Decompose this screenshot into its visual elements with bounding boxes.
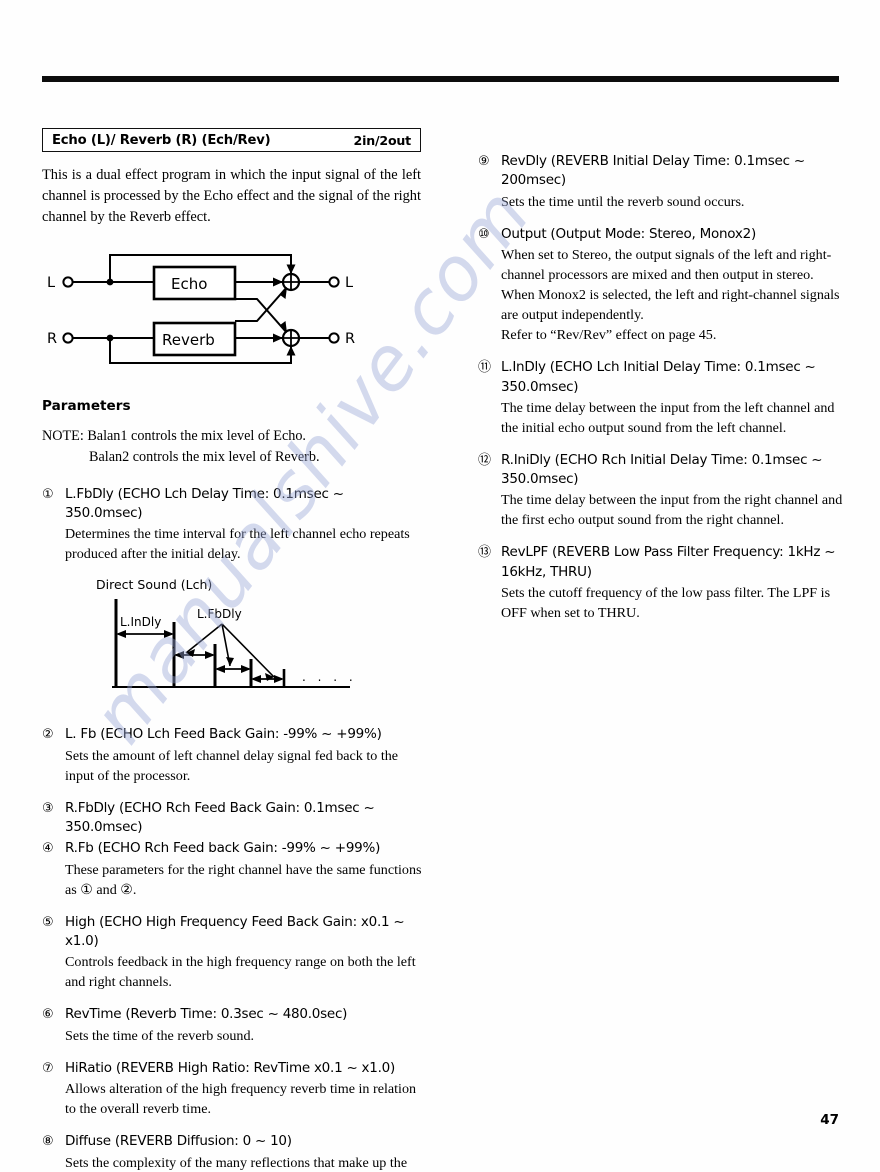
- parameter-description: When set to Stereo, the output signals o…: [501, 247, 840, 324]
- parameter-title-text: R.Fb (ECHO Rch Feed back Gain: -99% ~ +9…: [65, 840, 381, 857]
- parameter-cross-reference: Refer to “Rev/Rev” effect on page 45.: [501, 327, 717, 344]
- parameter-number: ⑥: [42, 1007, 54, 1023]
- parameter-title-text: Output (Output Mode: Stereo, Monox2): [501, 225, 756, 242]
- header-rule: [42, 76, 839, 82]
- parameter-number: ⑪: [478, 360, 491, 376]
- parameter-title: ③ R.FbDly (ECHO Rch Feed Back Gain: 0.1ms…: [42, 799, 422, 838]
- parameter-title-text: L.InDly (ECHO Lch Initial Delay Time: 0.…: [501, 359, 816, 395]
- parameter-title-text: R.FbDly (ECHO Rch Feed Back Gain: 0.1mse…: [65, 799, 375, 836]
- parameter-title: ⑧ Diffuse (REVERB Diffusion: 0 ~ 10): [42, 1132, 422, 1151]
- timing-ellipsis: . . . .: [302, 670, 357, 684]
- program-title: Echo (L)/ Reverb (R) (Ech/Rev): [52, 132, 271, 148]
- parameter-title-text: L.FbDly (ECHO Lch Delay Time: 0.1msec ~ …: [65, 485, 344, 522]
- parameter-title: ⑪ L.InDly (ECHO Lch Initial Delay Time: 0…: [478, 358, 850, 397]
- parameter-item: ⑩ Output (Output Mode: Stereo, Monox2) Wh…: [478, 225, 850, 345]
- parameter-title: ⑩ Output (Output Mode: Stereo, Monox2): [478, 225, 850, 244]
- parameters-heading: Parameters: [42, 398, 131, 415]
- right-column: ⑨ RevDly (REVERB Initial Delay Time: 0.1m…: [478, 152, 850, 636]
- parameter-title-text: RevDly (REVERB Initial Delay Time: 0.1ms…: [501, 153, 805, 189]
- parameter-title-text: RevLPF (REVERB Low Pass Filter Frequency…: [501, 544, 836, 580]
- echo-timing-diagram: Direct Sound (Lch) L.InDly L.FbDly . . .…: [94, 577, 434, 709]
- diagram-output-left-label: L: [345, 275, 353, 291]
- intro-paragraph: This is a dual effect program in which t…: [42, 167, 421, 226]
- parameter-title: ⑥ RevTime (Reverb Time: 0.3sec ~ 480.0sec…: [42, 1005, 422, 1024]
- parameter-title-text: R.IniDly (ECHO Rch Initial Delay Time: 0…: [501, 451, 823, 488]
- parameter-number: ⑧: [42, 1134, 54, 1150]
- parameter-item: ⑤ High (ECHO High Frequency Feed Back Gai…: [42, 913, 422, 993]
- timing-caption-text: Direct Sound (Lch): [96, 577, 212, 592]
- parameter-number: ①: [42, 486, 54, 502]
- left-column: Echo (L)/ Reverb (R) (Ech/Rev) 2in/2out …: [42, 128, 422, 1172]
- parameter-number: ⑤: [42, 914, 54, 930]
- diagram-input-right-label: R: [47, 331, 57, 347]
- parameter-description: These parameters for the right channel h…: [65, 861, 422, 898]
- parameter-number: ⑬: [478, 545, 491, 561]
- parameter-item: ⑪ L.InDly (ECHO Lch Initial Delay Time: 0…: [478, 358, 850, 438]
- parameter-description: Allows alteration of the high frequency …: [65, 1081, 417, 1118]
- parameter-number: ⑦: [42, 1060, 54, 1076]
- parameter-item: ⑨ RevDly (REVERB Initial Delay Time: 0.1m…: [478, 152, 850, 212]
- timing-initial-delay-label: L.InDly: [120, 615, 161, 629]
- parameter-number: ②: [42, 727, 54, 743]
- parameter-item: ④ R.Fb (ECHO Rch Feed back Gain: -99% ~ +…: [42, 839, 422, 899]
- diagram-output-right-label: R: [345, 331, 355, 347]
- parameter-title: ② L. Fb (ECHO Lch Feed Back Gain: -99% ~ …: [42, 725, 422, 744]
- parameter-title-text: Diffuse (REVERB Diffusion: 0 ~ 10): [65, 1133, 292, 1150]
- parameter-item: ③ R.FbDly (ECHO Rch Feed Back Gain: 0.1ms…: [42, 799, 422, 838]
- parameter-item: ⑬ RevLPF (REVERB Low Pass Filter Frequenc…: [478, 543, 850, 623]
- parameter-title: ⑫ R.IniDly (ECHO Rch Initial Delay Time: …: [478, 451, 850, 490]
- diagram-reverb-label: Reverb: [162, 331, 215, 349]
- parameter-title-text: L. Fb (ECHO Lch Feed Back Gain: -99% ~ +…: [65, 726, 382, 743]
- parameters-note: NOTE: Balan1 controls the mix level of E…: [42, 426, 422, 469]
- parameter-description: The time delay between the input from th…: [501, 399, 835, 436]
- manual-page: manualshive.com Echo (L)/ Reverb (R) (Ec…: [0, 0, 880, 1172]
- diagram-input-left-label: L: [47, 275, 55, 291]
- timing-feedback-delay-label: L.FbDly: [197, 607, 242, 621]
- note-line-1: NOTE: Balan1 controls the mix level of E…: [42, 428, 306, 445]
- parameter-title-text: RevTime (Reverb Time: 0.3sec ~ 480.0sec): [65, 1006, 348, 1023]
- parameter-title: ④ R.Fb (ECHO Rch Feed back Gain: -99% ~ +…: [42, 839, 422, 858]
- parameter-title-text: High (ECHO High Frequency Feed Back Gain…: [65, 913, 405, 950]
- parameter-title: ⑬ RevLPF (REVERB Low Pass Filter Frequenc…: [478, 543, 850, 582]
- parameter-description: Sets the time of the reverb sound.: [65, 1027, 255, 1044]
- note-line-2: Balan2 controls the mix level of Reverb.: [89, 449, 320, 466]
- parameter-number: ⑨: [478, 154, 490, 169]
- diagram-echo-label: Echo: [171, 275, 207, 293]
- parameter-item: ① L.FbDly (ECHO Lch Delay Time: 0.1msec ~…: [42, 485, 422, 565]
- parameter-title: ⑨ RevDly (REVERB Initial Delay Time: 0.1m…: [478, 152, 850, 191]
- parameter-title: ⑦ HiRatio (REVERB High Ratio: RevTime x0.…: [42, 1059, 422, 1078]
- program-io-label: 2in/2out: [353, 132, 412, 148]
- program-title-bar: Echo (L)/ Reverb (R) (Ech/Rev) 2in/2out: [42, 128, 421, 152]
- parameter-title-text: HiRatio (REVERB High Ratio: RevTime x0.1…: [65, 1059, 396, 1076]
- parameter-description: Determines the time interval for the lef…: [65, 526, 410, 563]
- parameter-description: Sets the complexity of the many reflecti…: [65, 1154, 408, 1171]
- parameter-description: Sets the amount of left channel delay si…: [65, 747, 399, 784]
- parameter-item: ⑧ Diffuse (REVERB Diffusion: 0 ~ 10) Sets…: [42, 1132, 422, 1172]
- parameter-number: ⑫: [478, 452, 491, 468]
- parameter-description: Sets the cutoff frequency of the low pas…: [501, 584, 831, 621]
- parameter-title: ⑤ High (ECHO High Frequency Feed Back Gai…: [42, 913, 422, 952]
- parameter-item: ⑦ HiRatio (REVERB High Ratio: RevTime x0.…: [42, 1059, 422, 1119]
- parameter-number: ⑩: [478, 226, 490, 242]
- signal-flow-diagram: L R L R Echo Reverb: [42, 246, 421, 372]
- parameter-description: Sets the time until the reverb sound occ…: [501, 193, 745, 210]
- parameter-description: The time delay between the input from th…: [501, 492, 843, 529]
- parameter-number: ④: [42, 841, 54, 857]
- page-number: 47: [820, 1112, 839, 1128]
- parameter-description: Controls feedback in the high frequency …: [65, 954, 416, 991]
- parameter-title: ① L.FbDly (ECHO Lch Delay Time: 0.1msec ~…: [42, 485, 422, 524]
- parameter-number: ③: [42, 800, 54, 816]
- parameter-item: ⑫ R.IniDly (ECHO Rch Initial Delay Time: …: [478, 451, 850, 531]
- parameter-item: ⑥ RevTime (Reverb Time: 0.3sec ~ 480.0sec…: [42, 1005, 422, 1045]
- parameter-item: ② L. Fb (ECHO Lch Feed Back Gain: -99% ~ …: [42, 725, 422, 785]
